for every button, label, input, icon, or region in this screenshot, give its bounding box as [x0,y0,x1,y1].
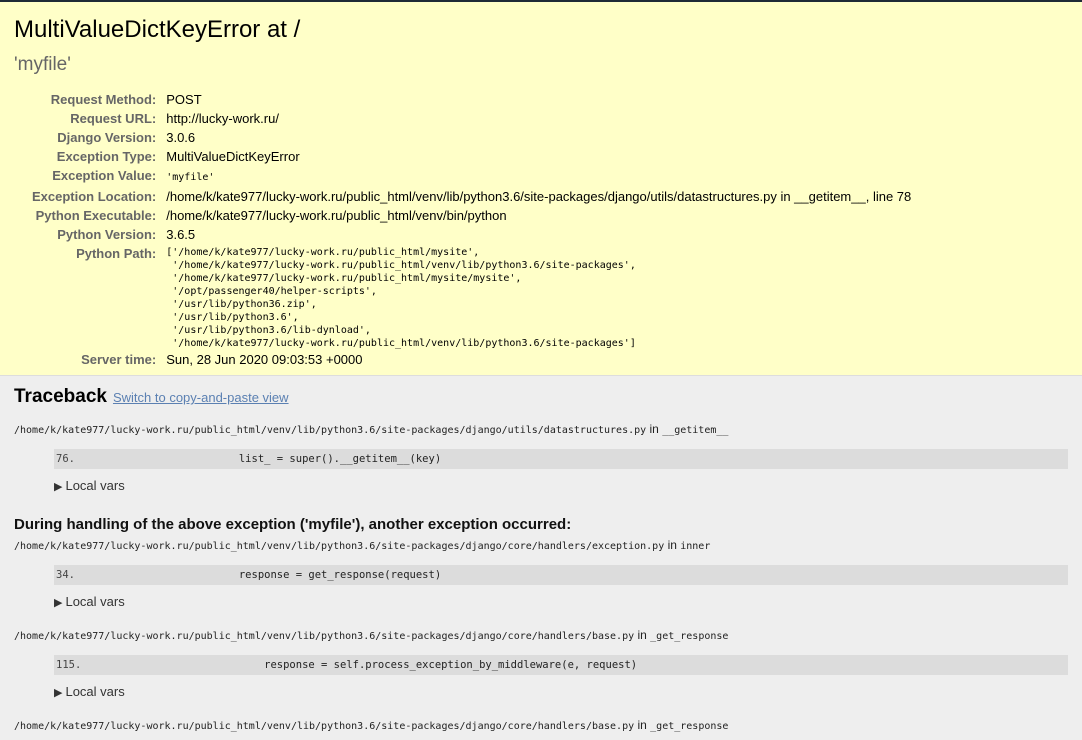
python-path-list: ['/home/k/kate977/lucky-work.ru/public_h… [166,247,636,349]
meta-row-server-time: Server time: Sun, 28 Jun 2020 09:03:53 +… [32,350,911,369]
summary-panel: MultiValueDictKeyError at / 'myfile' Req… [0,0,1082,376]
frame-filename: /home/k/kate977/lucky-work.ru/public_htm… [14,721,635,732]
traceback-frame: /home/k/kate977/lucky-work.ru/public_htm… [14,422,1068,496]
meta-row-python-executable: Python Executable: /home/k/kate977/lucky… [32,206,911,225]
page-title: MultiValueDictKeyError at / [14,16,301,43]
frame-context-line[interactable]: 76. list_ = super().__getitem__(key) [54,449,1068,469]
meta-label: Python Path: [76,246,157,261]
traceback-frame: /home/k/kate977/lucky-work.ru/public_htm… [14,538,1068,612]
meta-row-exception-value: Exception Value: 'myfile' [32,166,911,187]
meta-value: 3.0.6 [166,130,196,145]
traceback-header: Traceback Switch to copy-and-paste view [14,386,1068,408]
exception-cause-heading: During handling of the above exception (… [14,516,572,533]
meta-label: Exception Value: [52,168,157,183]
frame-filename: /home/k/kate977/lucky-work.ru/public_htm… [14,631,635,642]
code-line: response = get_response(request) [163,569,442,581]
frame-in-word: in [637,718,647,732]
meta-value: /home/k/kate977/lucky-work.ru/public_htm… [166,208,507,223]
local-vars-toggle[interactable]: ▶ Local vars [54,683,1068,702]
meta-row-python-version: Python Version: 3.6.5 [32,225,911,244]
meta-value: ['/home/k/kate977/lucky-work.ru/public_h… [166,244,911,350]
frame-location: /home/k/kate977/lucky-work.ru/public_htm… [14,538,1068,554]
meta-label: Exception Type: [56,149,157,164]
meta-value: 3.6.5 [166,227,196,242]
meta-label: Python Version: [57,227,157,242]
meta-label: Django Version: [57,130,157,145]
frame-function: _get_response [650,631,729,642]
meta-value: /home/k/kate977/lucky-work.ru/public_htm… [166,189,912,204]
frame-context-line[interactable]: 34. response = get_response(request) [54,565,1068,585]
local-vars-label: Local vars [65,478,125,493]
frame-in-word: in [649,422,659,436]
meta-row-django-version: Django Version: 3.0.6 [32,128,911,147]
meta-label: Request URL: [70,111,157,126]
meta-label: Request Method: [50,92,157,107]
meta-value: http://lucky-work.ru/ [166,111,279,126]
frame-in-word: in [637,628,647,642]
triangle-right-icon: ▶ [54,597,63,609]
local-vars-label: Local vars [65,684,125,699]
frame-function: inner [680,541,711,552]
meta-value: Sun, 28 Jun 2020 09:03:53 +0000 [166,352,363,367]
meta-row-exception-location: Exception Location: /home/k/kate977/luck… [32,187,911,206]
meta-row-python-path: Python Path: ['/home/k/kate977/lucky-wor… [32,244,911,350]
frame-filename: /home/k/kate977/lucky-work.ru/public_htm… [14,425,647,436]
line-number: 34. [56,569,75,581]
traceback-frame: /home/k/kate977/lucky-work.ru/public_htm… [14,628,1068,702]
frame-context-line[interactable]: 115. response = self.process_exception_b… [54,655,1068,675]
triangle-right-icon: ▶ [54,687,63,699]
code-line: response = self.process_exception_by_mid… [163,659,638,671]
meta-row-request-url: Request URL: http://lucky-work.ru/ [32,109,911,128]
traceback-section: Traceback Switch to copy-and-paste view … [0,376,1082,740]
meta-label: Server time: [81,352,157,367]
local-vars-label: Local vars [65,594,125,609]
frame-filename: /home/k/kate977/lucky-work.ru/public_htm… [14,541,665,552]
frame-location: /home/k/kate977/lucky-work.ru/public_htm… [14,422,1068,438]
triangle-right-icon: ▶ [54,481,63,493]
copy-paste-view-link[interactable]: Switch to copy-and-paste view [113,390,289,405]
meta-value: 'myfile' [166,166,911,187]
local-vars-toggle[interactable]: ▶ Local vars [54,593,1068,612]
frame-location: /home/k/kate977/lucky-work.ru/public_htm… [14,628,1068,644]
meta-value: POST [166,92,202,107]
meta-row-exception-type: Exception Type: MultiValueDictKeyError [32,147,911,166]
frame-function: _get_response [650,721,729,732]
frame-function: __getitem__ [662,425,729,436]
line-number: 76. [56,453,75,465]
meta-row-request-method: Request Method: POST [32,90,911,109]
meta-label: Python Executable: [35,208,157,223]
traceback-title: Traceback [14,386,107,407]
exception-value-header: 'myfile' [14,54,71,75]
code-line: list_ = super().__getitem__(key) [163,453,442,465]
meta-value: MultiValueDictKeyError [166,149,300,164]
exception-value-text: 'myfile' [166,172,215,183]
request-meta-table: Request Method: POST Request URL: http:/… [32,90,911,369]
frame-in-word: in [667,538,677,552]
local-vars-toggle[interactable]: ▶ Local vars [54,477,1068,496]
meta-label: Exception Location: [32,189,157,204]
line-number: 115. [56,659,82,671]
